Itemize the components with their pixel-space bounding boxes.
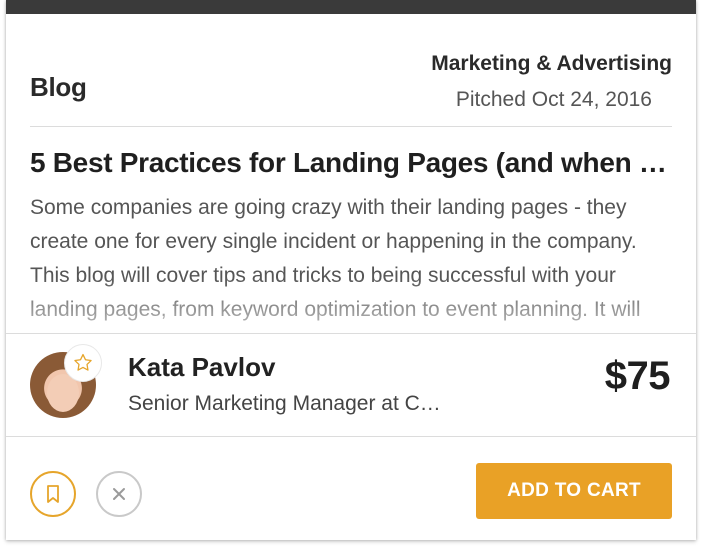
card-actions: ADD TO CART: [6, 437, 696, 540]
close-icon: [113, 488, 125, 500]
dismiss-button[interactable]: [96, 471, 142, 517]
card-content: 5 Best Practices for Landing Pages (and …: [6, 127, 696, 333]
price: $75: [604, 354, 671, 398]
pitch-title[interactable]: 5 Best Practices for Landing Pages (and …: [30, 147, 670, 179]
star-icon: [64, 344, 102, 382]
author-section: Kata Pavlov Senior Marketing Manager at …: [6, 334, 696, 436]
category-label: Marketing & Advertising: [431, 52, 672, 75]
bookmark-button[interactable]: [30, 471, 76, 517]
author-name[interactable]: Kata Pavlov: [128, 352, 275, 383]
star-icon-svg: [74, 353, 92, 371]
pitch-description: Some companies are going crazy with thei…: [30, 196, 641, 321]
content-type-label: Blog: [30, 72, 87, 102]
card-top-bar: [6, 0, 696, 14]
bookmark-icon: [47, 485, 59, 503]
card-header: Blog Marketing & Advertising Pitched Oct…: [6, 14, 696, 126]
author-role: Senior Marketing Manager at C…: [128, 392, 441, 415]
pitch-card: Blog Marketing & Advertising Pitched Oct…: [6, 0, 696, 540]
pitched-date: Pitched Oct 24, 2016: [455, 88, 652, 111]
add-to-cart-button[interactable]: ADD TO CART: [476, 463, 672, 519]
